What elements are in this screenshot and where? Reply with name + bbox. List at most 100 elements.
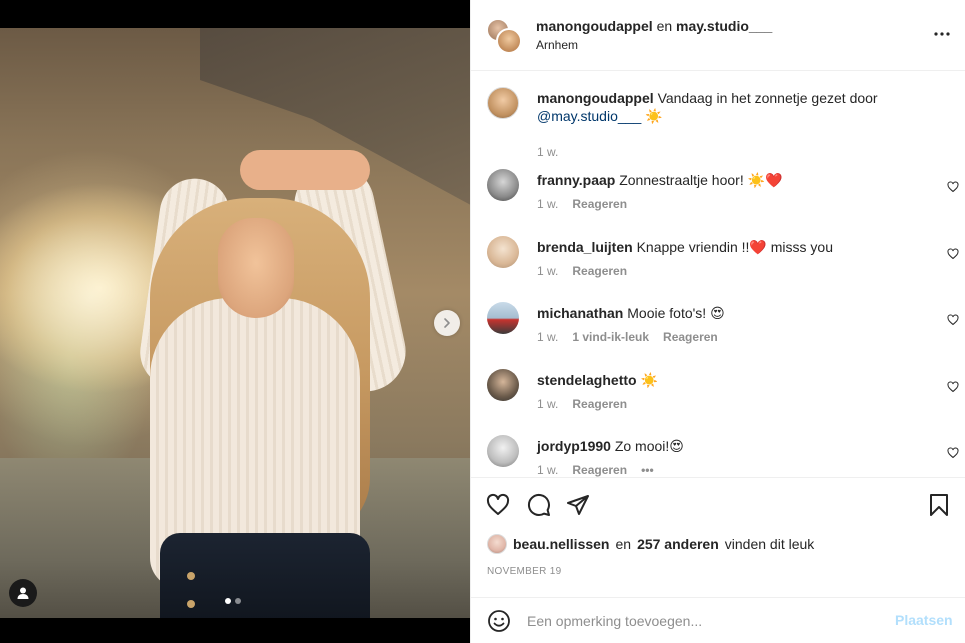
heart-icon[interactable] xyxy=(947,181,959,193)
likes-suffix: vinden dit leuk xyxy=(724,536,815,552)
comment-likes-count[interactable]: 1 vind-ik-leuk xyxy=(572,330,649,344)
collaborator-username-link[interactable]: may.studio___ xyxy=(676,18,772,34)
reply-button[interactable]: Reageren xyxy=(572,463,627,477)
heart-icon[interactable] xyxy=(947,248,959,260)
reply-button[interactable]: Reageren xyxy=(572,197,627,211)
share-button[interactable] xyxy=(565,492,591,518)
avatar[interactable] xyxy=(487,302,519,334)
comment-body: Knappe vriendin !!❤️ misss you xyxy=(636,239,833,255)
comment-meta: 1 w. 1 vind-ik-leuk Reageren xyxy=(537,330,718,344)
media-panel xyxy=(0,0,470,643)
comment-body: ☀️ xyxy=(640,372,658,388)
comment-item: jordyp1990 Zo mooi!😍 1 w. Reageren ••• xyxy=(487,435,959,477)
reply-button[interactable]: Reageren xyxy=(572,397,627,411)
avatar[interactable] xyxy=(487,534,507,554)
avatar xyxy=(496,28,522,54)
carousel-dot xyxy=(235,598,241,604)
save-button[interactable] xyxy=(926,492,952,518)
comment-body: Mooie foto's! 😍 xyxy=(627,305,725,321)
heart-icon xyxy=(486,493,510,515)
comment-item: brenda_luijten Knappe vriendin !!❤️ miss… xyxy=(487,236,959,292)
carousel-indicator xyxy=(225,598,241,604)
comment-text: franny.paap Zonnestraaltje hoor! ☀️❤️ xyxy=(537,171,782,189)
avatar[interactable] xyxy=(487,87,519,119)
heart-icon[interactable] xyxy=(947,381,959,393)
post-comment-button[interactable]: Plaatsen xyxy=(895,612,953,628)
caption-username-link[interactable]: manongoudappel xyxy=(537,90,654,106)
user-icon xyxy=(17,587,29,599)
author-username-link[interactable]: manongoudappel xyxy=(536,18,653,34)
comment-button[interactable] xyxy=(526,492,552,518)
add-comment-bar: Plaatsen xyxy=(471,597,965,643)
post-date[interactable]: NOVEMBER 19 xyxy=(487,566,561,577)
location-link[interactable]: Arnhem xyxy=(536,38,772,52)
caption-text: manongoudappel Vandaag in het zonnetje g… xyxy=(537,89,937,125)
photo-hands xyxy=(240,150,370,190)
comment-username-link[interactable]: stendelaghetto xyxy=(537,372,637,388)
like-button[interactable] xyxy=(485,492,511,518)
post-side-panel: manongoudappel en may.studio___ Arnhem m… xyxy=(470,0,965,643)
heart-icon[interactable] xyxy=(947,314,959,326)
comment-meta: 1 w. Reageren xyxy=(537,397,627,411)
bookmark-icon xyxy=(930,494,948,516)
reply-button[interactable]: Reageren xyxy=(572,264,627,278)
author-joiner: en xyxy=(656,18,673,34)
collab-avatars[interactable] xyxy=(486,18,522,54)
header-authors: manongoudappel en may.studio___ xyxy=(536,18,772,34)
comment-meta: 1 w. Reageren ••• xyxy=(537,463,654,477)
carousel-dot-active xyxy=(225,598,231,604)
comment-timestamp[interactable]: 1 w. xyxy=(537,264,558,278)
comment-body: Zo mooi!😍 xyxy=(614,438,684,454)
photo-skirt-button xyxy=(187,600,195,608)
paper-plane-icon xyxy=(567,495,589,515)
more-options-button[interactable] xyxy=(932,24,952,44)
comment-input[interactable] xyxy=(527,610,887,632)
comment-timestamp[interactable]: 1 w. xyxy=(537,463,558,477)
avatar[interactable] xyxy=(487,369,519,401)
tagged-users-button[interactable] xyxy=(9,579,37,607)
more-horizontal-icon xyxy=(934,32,950,36)
comments-list[interactable]: manongoudappel Vandaag in het zonnetje g… xyxy=(471,71,965,477)
reply-button[interactable]: Reageren xyxy=(663,330,718,344)
smiley-icon xyxy=(488,610,510,632)
comment-text: brenda_luijten Knappe vriendin !!❤️ miss… xyxy=(537,238,833,256)
likes-others-link[interactable]: 257 anderen xyxy=(637,536,719,552)
carousel-next-button[interactable] xyxy=(434,310,460,336)
post-photo[interactable] xyxy=(0,28,470,618)
comment-item: franny.paap Zonnestraaltje hoor! ☀️❤️ 1 … xyxy=(487,169,959,225)
comment-item: stendelaghetto ☀️ 1 w. Reageren xyxy=(487,369,959,425)
comment-text: stendelaghetto ☀️ xyxy=(537,371,658,389)
comment-meta: 1 w. Reageren xyxy=(537,197,627,211)
comment-timestamp[interactable]: 1 w. xyxy=(537,197,558,211)
caption-mention-link[interactable]: @may.studio___ xyxy=(537,108,641,124)
avatar[interactable] xyxy=(487,435,519,467)
comment-timestamp[interactable]: 1 w. xyxy=(537,397,558,411)
comment-username-link[interactable]: brenda_luijten xyxy=(537,239,633,255)
post-actions: beau.nellissen en 257 anderen vinden dit… xyxy=(471,477,965,597)
heart-icon[interactable] xyxy=(947,447,959,459)
likes-joiner: en xyxy=(615,536,632,552)
comment-item: michanathan Mooie foto's! 😍 1 w. 1 vind-… xyxy=(487,302,959,358)
likes-summary: beau.nellissen en 257 anderen vinden dit… xyxy=(487,534,814,554)
load-more-comments-button[interactable]: ••• xyxy=(641,463,654,477)
post-header: manongoudappel en may.studio___ Arnhem xyxy=(471,0,965,71)
caption-timestamp[interactable]: 1 w. xyxy=(537,145,558,159)
comment-username-link[interactable]: franny.paap xyxy=(537,172,615,188)
liker-username-link[interactable]: beau.nellissen xyxy=(513,536,609,552)
comment-text: jordyp1990 Zo mooi!😍 xyxy=(537,437,684,455)
comment-username-link[interactable]: jordyp1990 xyxy=(537,438,611,454)
avatar[interactable] xyxy=(487,236,519,268)
header-text: manongoudappel en may.studio___ Arnhem xyxy=(536,18,772,52)
comment-username-link[interactable]: michanathan xyxy=(537,305,623,321)
caption-emoji: ☀️ xyxy=(645,108,663,124)
photo-skirt-button xyxy=(187,572,195,580)
comment-meta: 1 w. Reageren xyxy=(537,264,627,278)
comment-body: Zonnestraaltje hoor! ☀️❤️ xyxy=(619,172,783,188)
comment-icon xyxy=(527,493,550,516)
avatar[interactable] xyxy=(487,169,519,201)
caption-body: Vandaag in het zonnetje gezet door xyxy=(657,90,878,106)
comment-timestamp[interactable]: 1 w. xyxy=(537,330,558,344)
emoji-button[interactable] xyxy=(487,609,511,633)
instagram-post-modal: manongoudappel en may.studio___ Arnhem m… xyxy=(0,0,965,643)
comment-text: michanathan Mooie foto's! 😍 xyxy=(537,304,725,322)
